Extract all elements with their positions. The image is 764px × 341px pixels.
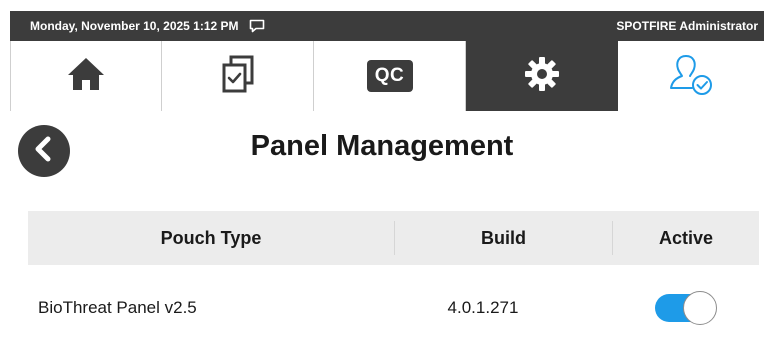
datetime-label: Monday, November 10, 2025 1:12 PM xyxy=(30,19,239,33)
user-name-label: SPOTFIRE Administrator xyxy=(616,19,758,33)
column-header-active: Active xyxy=(612,221,759,255)
nav-bar: QC xyxy=(10,41,764,111)
checklist-icon xyxy=(221,55,255,98)
column-header-build: Build xyxy=(394,221,612,255)
tab-runs[interactable] xyxy=(162,41,314,111)
gear-icon xyxy=(522,54,562,99)
tab-settings[interactable] xyxy=(466,41,618,111)
pouch-type-cell: BioThreat Panel v2.5 xyxy=(38,298,197,317)
build-cell: 4.0.1.271 xyxy=(447,298,519,317)
column-header-pouch-type: Pouch Type xyxy=(160,227,262,248)
page: Monday, November 10, 2025 1:12 PM SPOTFI… xyxy=(0,0,764,341)
table-header: Pouch Type Build Active xyxy=(28,211,759,265)
tab-user[interactable] xyxy=(618,41,764,111)
active-toggle[interactable] xyxy=(654,291,717,325)
page-title: Panel Management xyxy=(250,130,514,162)
chat-bubble-icon[interactable] xyxy=(249,19,265,33)
tab-qc[interactable]: QC xyxy=(314,41,466,111)
status-bar: Monday, November 10, 2025 1:12 PM SPOTFI… xyxy=(10,11,764,41)
active-cell xyxy=(612,291,759,325)
home-icon xyxy=(66,56,106,97)
toggle-knob xyxy=(682,291,717,325)
status-left: Monday, November 10, 2025 1:12 PM xyxy=(30,19,265,33)
tab-home[interactable] xyxy=(10,41,162,111)
user-check-icon xyxy=(668,52,714,101)
qc-badge: QC xyxy=(366,60,413,92)
table-row: BioThreat Panel v2.5 4.0.1.271 xyxy=(28,282,759,334)
